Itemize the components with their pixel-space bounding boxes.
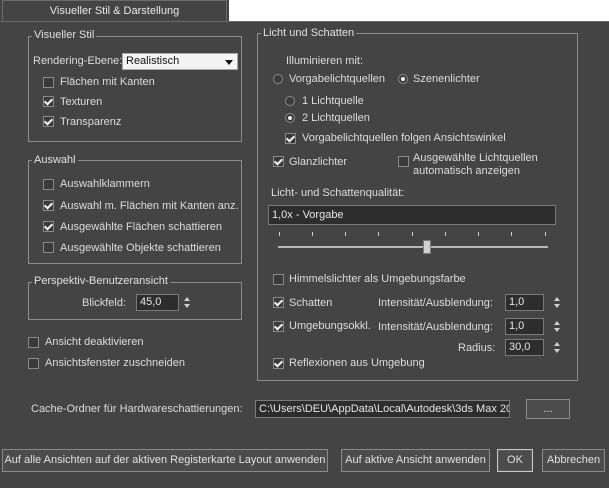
ao-radius-spinner[interactable] (553, 339, 562, 356)
shadows-intensity-spinner[interactable] (553, 294, 562, 311)
fov-spinner[interactable] (183, 294, 192, 311)
illuminate-label: Illuminieren mit: (286, 55, 364, 67)
quality-field[interactable]: 1,0x - Vorgabe (268, 205, 556, 225)
two-lights-label: 2 Lichtquellen (302, 112, 370, 124)
ao-intensity-field[interactable]: 1,0 (505, 318, 544, 335)
selection-brackets-checkbox[interactable] (43, 179, 54, 190)
shadows-intensity-label: Intensität/Ausblendung: (378, 297, 493, 309)
slider-tick (511, 232, 512, 236)
slider-tick (279, 232, 280, 236)
slider-tick (312, 232, 313, 236)
highlights-label: Glanzlichter (289, 156, 348, 168)
slider-tick (345, 232, 346, 236)
edged-faces-selection-label: Auswahl m. Flächen mit Kanten anz. (60, 200, 239, 212)
scene-lights-label: Szenenlichter (413, 73, 480, 85)
cache-folder-label: Cache-Ordner für Hardwareschattierungen: (31, 403, 243, 415)
reflections-checkbox[interactable] (273, 358, 284, 369)
default-lights-radio[interactable] (273, 74, 283, 84)
shadows-checkbox[interactable] (273, 297, 284, 308)
tab-bar-empty-area (229, 0, 609, 21)
chevron-down-icon (225, 60, 233, 65)
cache-folder-path[interactable]: C:\Users\DEU\AppData\Local\Autodesk\3ds … (255, 400, 510, 418)
shade-selected-faces-label: Ausgewählte Flächen schattieren (60, 221, 223, 233)
selection-group-title: Auswahl (32, 154, 78, 166)
perspective-group (28, 282, 242, 320)
edged-faces-label: Flächen mit Kanten (60, 76, 155, 88)
transparency-label: Transparenz (60, 116, 122, 128)
two-lights-radio[interactable] (285, 113, 295, 123)
fov-label: Blickfeld: (82, 297, 127, 309)
shade-selected-objects-label: Ausgewählte Objekte schattieren (60, 242, 221, 254)
slider-thumb[interactable] (422, 240, 431, 254)
edged-faces-checkbox[interactable] (43, 77, 54, 88)
apply-active-button[interactable]: Auf aktive Ansicht anwenden (341, 449, 490, 472)
shadows-label: Schatten (289, 297, 333, 309)
follow-view-label: Vorgabelichtquellen folgen Ansichtswinke… (302, 132, 506, 144)
ao-radius-label: Radius: (458, 342, 496, 354)
ao-intensity-label: Intensität/Ausblendung: (378, 321, 493, 333)
scene-lights-radio[interactable] (398, 74, 408, 84)
slider-tick (445, 232, 446, 236)
shade-selected-faces-checkbox[interactable] (43, 221, 54, 232)
slider-track (278, 246, 548, 248)
disable-view-checkbox[interactable] (28, 337, 39, 348)
textures-checkbox[interactable] (43, 96, 54, 107)
viewport-clipping-label: Ansichtsfenster zuschneiden (45, 357, 186, 369)
render-level-label: Rendering-Ebene: (33, 55, 123, 67)
default-lights-label: Vorgabelichtquellen (289, 73, 386, 85)
auto-show-lights-checkbox[interactable] (398, 156, 409, 167)
shade-selected-objects-checkbox[interactable] (43, 242, 54, 253)
slider-tick (378, 232, 379, 236)
follow-view-checkbox[interactable] (285, 133, 296, 144)
sky-lights-label: Himmelslichter als Umgebungsfarbe (289, 273, 466, 285)
auto-show-lights-label-line1: Ausgewählte Lichtquellen (413, 152, 538, 164)
tab-visual-style[interactable]: Visueller Stil & Darstellung (2, 0, 227, 22)
textures-label: Texturen (60, 96, 103, 108)
viewport-clipping-checkbox[interactable] (28, 358, 39, 369)
transparency-checkbox[interactable] (43, 116, 54, 127)
ao-radius-field[interactable]: 30,0 (505, 339, 544, 356)
quality-slider[interactable] (278, 232, 548, 258)
apply-all-button[interactable]: Auf alle Ansichten auf der aktiven Regis… (2, 449, 328, 472)
cancel-button[interactable]: Abbrechen (542, 449, 605, 472)
selection-brackets-label: Auswahlklammern (60, 178, 150, 190)
slider-tick (412, 232, 413, 236)
shadows-intensity-field[interactable]: 1,0 (505, 294, 544, 311)
slider-tick (545, 232, 546, 236)
fov-field[interactable]: 45,0 (136, 294, 179, 311)
edged-faces-selection-checkbox[interactable] (43, 200, 54, 211)
slider-tick (478, 232, 479, 236)
ambient-occlusion-label: Umgebungsokkl. (289, 320, 371, 332)
ok-button[interactable]: OK (497, 449, 533, 472)
auto-show-lights-label-line2: automatisch anzeigen (413, 165, 521, 177)
sky-lights-checkbox[interactable] (273, 274, 284, 285)
render-level-value: Realistisch (126, 55, 180, 67)
highlights-checkbox[interactable] (273, 156, 284, 167)
reflections-label: Reflexionen aus Umgebung (289, 357, 425, 369)
disable-view-label: Ansicht deaktivieren (45, 336, 144, 348)
one-light-label: 1 Lichtquelle (302, 95, 364, 107)
ao-intensity-spinner[interactable] (553, 318, 562, 335)
quality-label: Licht- und Schattenqualität: (271, 187, 405, 199)
visual-style-group-title: Visueller Stil (32, 29, 97, 41)
render-level-dropdown[interactable]: Realistisch (122, 53, 238, 70)
browse-button[interactable]: ... (526, 399, 570, 419)
one-light-radio[interactable] (285, 96, 295, 106)
ambient-occlusion-checkbox[interactable] (273, 321, 284, 332)
lighting-group-title: Licht und Schatten (261, 27, 357, 39)
perspective-group-title: Perspektiv-Benutzeransicht (32, 275, 170, 287)
